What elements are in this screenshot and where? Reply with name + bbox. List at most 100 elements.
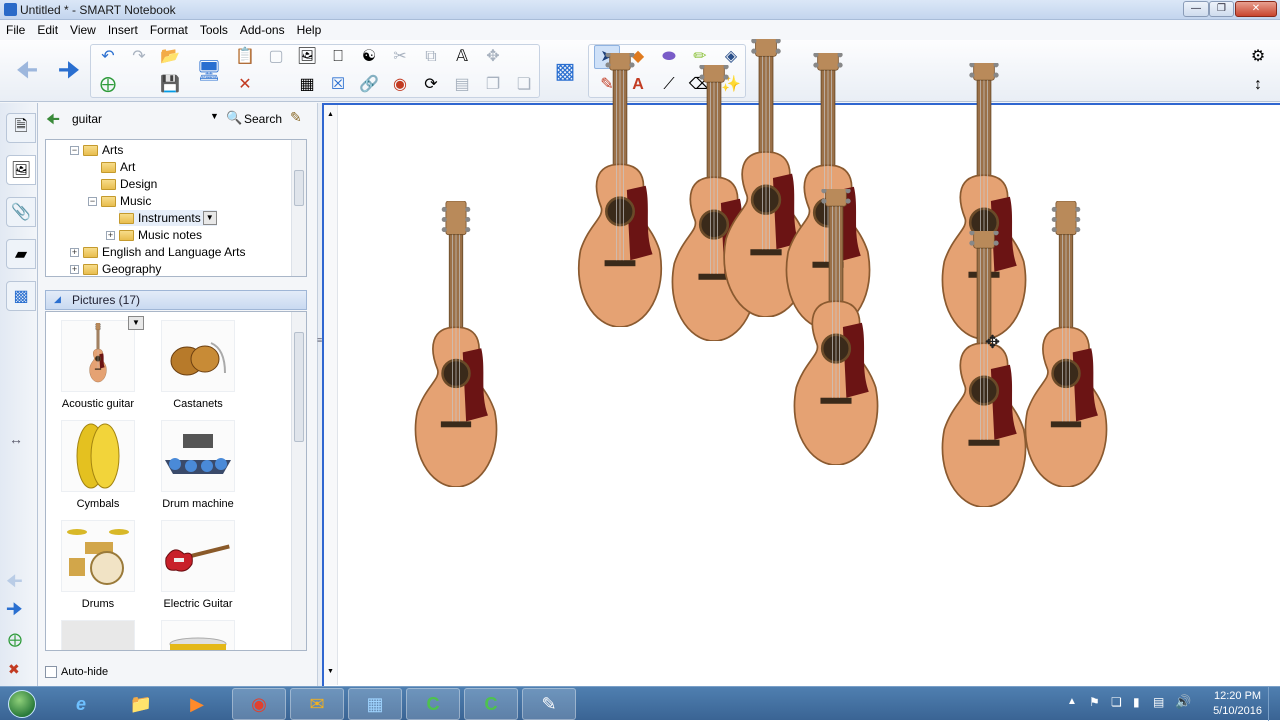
addons-tab[interactable]: ▩	[6, 281, 36, 311]
collapse-icon[interactable]: −	[88, 196, 97, 206]
pictures-scrollbar[interactable]	[291, 312, 306, 650]
tree-item-arts[interactable]: − Arts	[70, 142, 123, 158]
expand-icon[interactable]: +	[106, 230, 115, 240]
next-page-side-icon[interactable]: 🠊	[6, 597, 23, 627]
picture-electric-guitar[interactable]: Electric Guitar	[150, 516, 246, 612]
picture-drum-partial[interactable]	[150, 616, 246, 650]
taskbar-explorer[interactable]: 📁	[114, 688, 168, 720]
taskbar-media-player[interactable]: ▶	[170, 688, 224, 720]
search-dropdown-icon[interactable]: ▼	[210, 111, 219, 121]
text-tool-icon[interactable]: 𝔸	[449, 45, 475, 69]
properties-tab[interactable]: ▰	[6, 239, 36, 269]
notebook-page-canvas[interactable]: ▲ ▼ ✥	[322, 39, 1280, 686]
undo-icon[interactable]: ↶	[95, 45, 121, 69]
back-arrow-icon[interactable]: 🠈	[46, 109, 60, 134]
collapse-icon[interactable]: −	[70, 145, 79, 155]
taskbar-internet-explorer[interactable]: e	[54, 688, 108, 720]
volume-icon[interactable]: 🔊	[1175, 694, 1191, 710]
taskbar-smart-notebook[interactable]: ✎	[522, 688, 576, 720]
picture-xylophone-partial[interactable]	[50, 616, 146, 650]
battery-icon[interactable]: ▮	[1133, 695, 1140, 709]
delete-icon[interactable]: ✕	[232, 73, 258, 97]
canvas-scrollbar[interactable]: ▲ ▼	[324, 105, 338, 685]
pictures-header[interactable]: ◢ Pictures (17)	[45, 290, 307, 310]
tree-item-geography[interactable]: + Geography	[70, 261, 161, 276]
save-icon[interactable]: 💾	[157, 73, 183, 97]
autohide-option[interactable]: Auto-hide	[45, 666, 108, 678]
clear-page-icon[interactable]: ☒	[325, 73, 351, 97]
taskbar-outlook[interactable]: ✉	[290, 688, 344, 720]
tree-item-music[interactable]: − Music	[88, 193, 151, 209]
display-screen-icon[interactable]: 🖥	[192, 46, 226, 96]
picture-menu-dropdown-icon[interactable]: ▼	[128, 316, 144, 330]
scroll-down-icon[interactable]: ▼	[327, 668, 334, 675]
expand-icon[interactable]: +	[70, 264, 79, 274]
menu-file[interactable]: File	[0, 20, 31, 37]
page-sorter-tab[interactable]: 🗎	[6, 113, 36, 143]
group-icon[interactable]: ❐	[480, 73, 506, 97]
ungroup-icon[interactable]: ❏	[511, 73, 537, 97]
action-center-flag-icon[interactable]: ⚑	[1089, 695, 1100, 709]
show-desktop-button[interactable]	[1268, 687, 1280, 721]
attachments-tab[interactable]: 📎	[6, 197, 36, 227]
screen-shade-icon[interactable]: ▢	[263, 45, 289, 69]
menu-insert[interactable]: Insert	[102, 20, 144, 37]
item-menu-dropdown-icon[interactable]: ▼	[202, 211, 217, 225]
tree-item-instruments[interactable]: Instruments ▼	[119, 210, 217, 226]
document-camera-icon[interactable]: ☯	[356, 45, 382, 69]
tree-item-design[interactable]: Design	[101, 176, 157, 192]
maximize-button[interactable]: ❐	[1209, 1, 1234, 17]
taskbar-chrome[interactable]: ◉	[232, 688, 286, 720]
table-icon[interactable]: ▦	[294, 73, 320, 97]
system-clock[interactable]: 12:20 PM 5/10/2016	[1213, 689, 1262, 719]
start-button[interactable]	[4, 687, 40, 721]
minimize-button[interactable]: —	[1183, 1, 1209, 17]
guitar-object-2[interactable]	[568, 53, 672, 327]
tree-item-music-notes[interactable]: + Music notes	[106, 227, 202, 243]
link-icon[interactable]: 🔗	[356, 73, 382, 97]
tree-item-english[interactable]: + English and Language Arts	[70, 244, 245, 260]
open-file-icon[interactable]: 📂	[157, 45, 183, 69]
add-page-side-icon[interactable]: ⨁	[8, 631, 22, 648]
add-page-icon[interactable]: ⨁	[95, 73, 121, 97]
network-signal-icon[interactable]: ▤	[1153, 695, 1164, 709]
taskbar-camtasia-2[interactable]: C	[464, 688, 518, 720]
guitar-object-1[interactable]	[404, 201, 508, 487]
gallery-search-input[interactable]	[68, 109, 226, 129]
menu-addons[interactable]: Add-ons	[234, 20, 291, 37]
menu-format[interactable]: Format	[144, 20, 194, 37]
tray-windows-icon[interactable]: ❏	[1111, 695, 1122, 709]
picture-acoustic-guitar[interactable]: Acoustic guitar ▼	[50, 316, 146, 412]
collapse-triangle-icon[interactable]: ◢	[54, 294, 61, 305]
menu-edit[interactable]: Edit	[31, 20, 64, 37]
menu-view[interactable]: View	[64, 20, 102, 37]
delete-page-side-icon[interactable]: ✖	[8, 661, 20, 678]
taskbar-network-app[interactable]: ▦	[348, 688, 402, 720]
move-toolbar-icon[interactable]: ↕	[1245, 73, 1271, 97]
settings-gear-icon[interactable]: ⚙	[1245, 45, 1271, 69]
picture-castanets[interactable]: Castanets	[150, 316, 246, 412]
autohide-checkbox[interactable]	[45, 666, 57, 678]
lesson-activity-icon[interactable]: ▤	[449, 73, 475, 97]
resize-panel-icon[interactable]: ↔	[9, 431, 23, 447]
gallery-refresh-icon[interactable]: ⟳	[418, 73, 444, 97]
prev-page-side-icon[interactable]: 🠈	[6, 569, 23, 599]
guitar-object-6[interactable]	[784, 189, 888, 465]
scroll-up-icon[interactable]: ▲	[327, 111, 334, 118]
magic-icon[interactable]: ✥	[480, 45, 506, 69]
expand-icon[interactable]: +	[70, 247, 79, 257]
gallery-tools-icon[interactable]: ✎	[290, 109, 302, 126]
redo-icon[interactable]: ↷	[126, 45, 152, 69]
search-icon[interactable]: 🔍	[226, 110, 242, 126]
next-page-icon[interactable]: 🠊	[52, 46, 86, 96]
cut-icon[interactable]: ✂	[387, 45, 413, 69]
menu-help[interactable]: Help	[291, 20, 328, 37]
taskbar-camtasia-1[interactable]: C	[406, 688, 460, 720]
menu-tools[interactable]: Tools	[194, 20, 234, 37]
tree-scrollbar[interactable]	[291, 140, 306, 276]
sound-icon[interactable]: ◉	[387, 73, 413, 97]
paste-icon[interactable]: 📋	[232, 45, 258, 69]
picture-drums[interactable]: Drums	[50, 516, 146, 612]
picture-drum-machine[interactable]: Drum machine	[150, 416, 246, 512]
previous-page-icon[interactable]: 🠈	[10, 46, 44, 96]
